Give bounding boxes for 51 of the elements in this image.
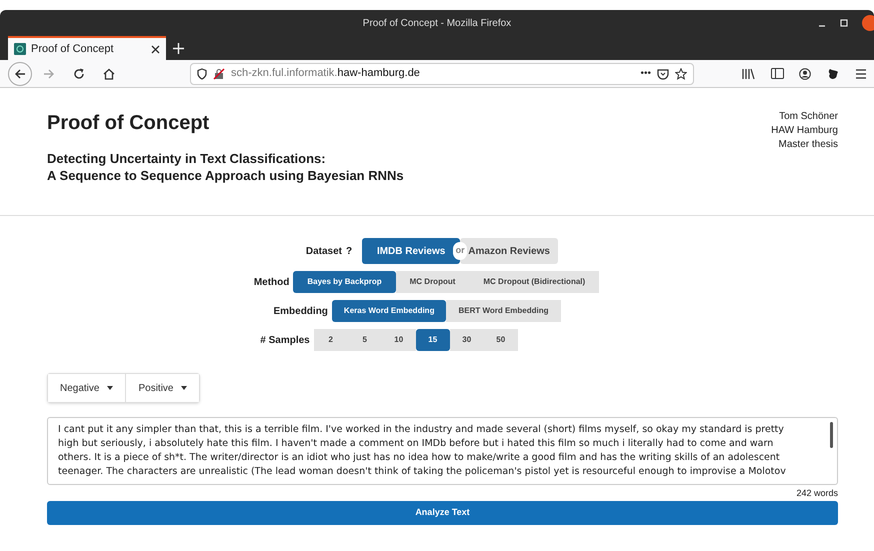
caret-icon [181, 386, 188, 390]
option-label: # Samples [260, 334, 310, 348]
option-button[interactable]: 30 [450, 329, 484, 351]
browser-tab[interactable]: Proof of Concept [8, 36, 166, 60]
option-button[interactable]: 2 [314, 329, 348, 351]
close-icon [151, 44, 160, 54]
close-icon [862, 15, 874, 31]
tab-title: Proof of Concept [31, 42, 115, 57]
page-subtitle: Detecting Uncertainty in Text Classifications: A Sequence to Sequence Approach using Bayesian RNNs [47, 150, 404, 184]
bookmark-star-icon [675, 68, 687, 80]
pocket-icon [657, 68, 669, 80]
option-button[interactable]: 15 [416, 329, 450, 351]
menu-icon [856, 68, 866, 78]
maximize-icon [840, 19, 848, 27]
page-actions-menu[interactable]: ••• [640, 66, 651, 81]
help-marker[interactable]: ? [346, 244, 352, 258]
back-arrow-icon [14, 68, 26, 80]
url-text: sch-zkn.ful.informatik.haw-hamburg.de [231, 66, 421, 82]
home-icon [103, 68, 115, 80]
option-button[interactable]: MC Dropout (Bidirectional) [469, 271, 600, 293]
shield-icon [197, 68, 207, 80]
person-circle-icon [799, 68, 811, 80]
sidebar-icon [770, 68, 784, 79]
option-button[interactable]: MC Dropout [396, 271, 470, 293]
page-title: Proof of Concept [47, 111, 210, 136]
filter-dropdown[interactable]: Negative [48, 374, 126, 402]
option-button[interactable]: 50 [484, 329, 518, 351]
option-label: Embedding [273, 304, 328, 318]
option-button[interactable]: Keras Word Embedding [332, 300, 446, 322]
author-info: Tom Schöner HAW Hamburg Master thesis [771, 110, 838, 152]
site-favicon-icon [14, 43, 26, 55]
address-bar[interactable]: sch-zkn.ful.informatik.haw-hamburg.de ••• [190, 62, 694, 84]
forward-arrow-icon [43, 68, 55, 80]
caret-icon [107, 386, 114, 390]
option-button[interactable]: BERT Word Embedding [446, 300, 561, 322]
option-button[interactable]: 10 [382, 329, 416, 351]
reload-arrow-icon [73, 68, 85, 80]
insecure-lock-icon [213, 68, 225, 80]
filter-dropdown[interactable]: Positive [125, 374, 200, 402]
word-count: 242 words [796, 487, 838, 500]
bookshelf-icon [742, 68, 756, 80]
back-button[interactable] [8, 62, 32, 86]
window-title: Proof of Concept - Mozilla Firefox [362, 16, 512, 30]
option-button[interactable]: 5 [348, 329, 382, 351]
option-label: Dataset [306, 244, 342, 258]
option-label: Method [254, 276, 290, 290]
review-text-area[interactable]: I cant put it any simpler than that, this is a terrible film. I've worked in the industry and made several (short) films myself, so okay my standard is pretty high but seriously, i absolutely hate this film. I haven't made a comment on IMDb before but i hated this film so much i literally had to come and warn others. It is a piece of sh*t. The writer/director is an idiot who just has no idea how to make/write a good film and has the writing skills of an adolescent teenager. The characters are unrealistic (The lead woman doesn't think of taking the policeman's pistol yet is resourceful enough to improvise a Molotov [47, 417, 838, 485]
analyze-button[interactable]: Analyze Text [47, 500, 838, 524]
scrollbar-thumb[interactable] [830, 422, 833, 448]
plus-icon [172, 42, 184, 54]
option-button[interactable]: Bayes by Backprop [293, 271, 396, 293]
